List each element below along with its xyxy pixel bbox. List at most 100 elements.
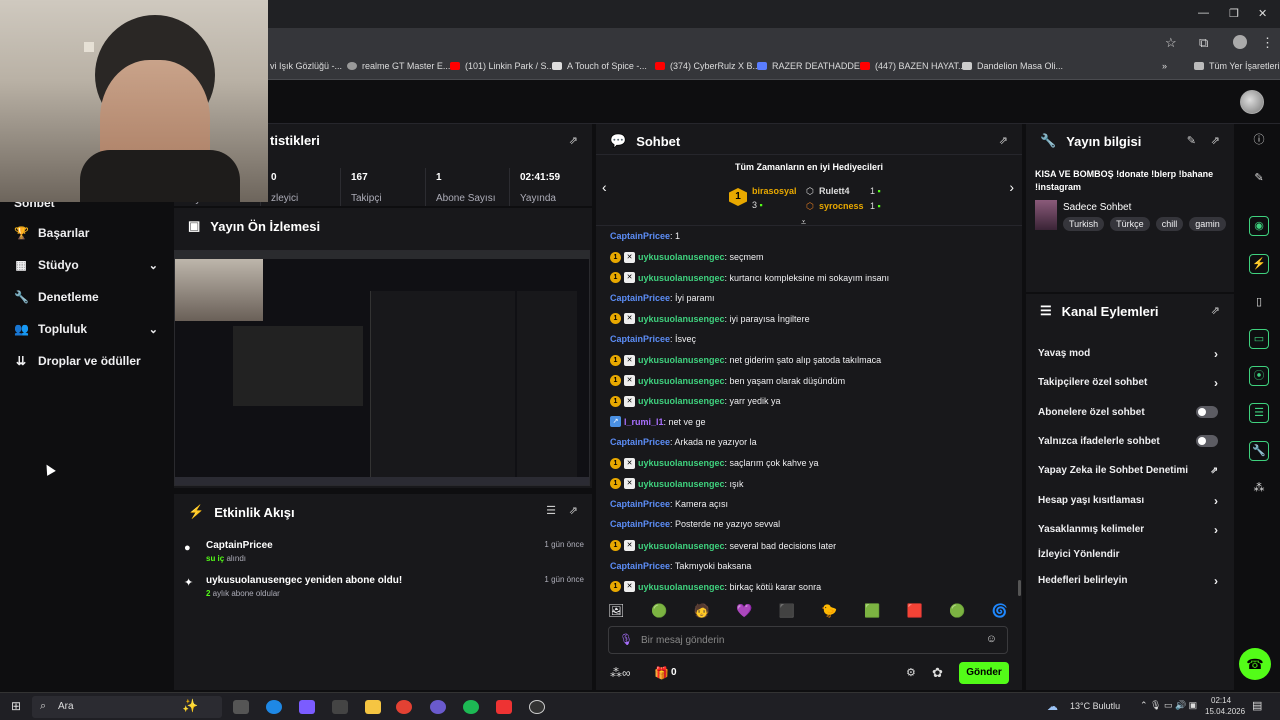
action-set-goals[interactable]: Hedefleri belirleyin › <box>1038 574 1218 588</box>
emote-icon[interactable]: 🧑 <box>694 603 710 623</box>
chat-username[interactable]: CaptainPricee <box>610 293 670 303</box>
chat-username[interactable]: uykusuolanusengec <box>638 252 725 262</box>
store-icon[interactable] <box>332 700 348 714</box>
copilot-icon[interactable] <box>299 700 315 714</box>
emote-icon[interactable]: 🟥 <box>907 603 923 623</box>
popout-icon[interactable]: ⇗ <box>1211 134 1220 147</box>
bookmark[interactable]: realme GT Master E... <box>347 61 450 71</box>
bookmark[interactable]: A Touch of Spice -... <box>552 61 647 71</box>
chat-bubble-icon[interactable]: ▭ <box>1249 329 1269 349</box>
chat-input[interactable]: 🎙 Bir mesaj gönderin ☺ <box>608 626 1008 654</box>
sidebar-item-achievements[interactable]: 🏆 Başarılar <box>14 226 158 240</box>
settings-icon[interactable]: ⚙ <box>906 666 916 679</box>
bookmark[interactable]: Dandelion Masa Oli... <box>962 61 1063 71</box>
emote-icon[interactable]: 🖼 <box>608 603 625 623</box>
edit-icon[interactable]: ✎ <box>1187 134 1196 147</box>
stream-preview-video[interactable] <box>174 250 590 486</box>
chrome-icon[interactable] <box>396 700 412 714</box>
gift-box-icon[interactable]: 🎁 <box>654 666 669 680</box>
clock-time[interactable]: 02:14 <box>1211 696 1231 705</box>
chat-username[interactable]: uykusuolanusengec <box>638 376 725 386</box>
chat-username[interactable]: uykusuolanusengec <box>638 458 725 468</box>
popout-icon[interactable]: ⇗ <box>569 504 578 517</box>
sidebar-item-community[interactable]: 👥 Topluluk ⌄ <box>14 322 158 336</box>
notifications-icon[interactable]: ▤ <box>1252 699 1262 712</box>
restore-icon[interactable]: ❐ <box>1229 7 1239 20</box>
wrench-icon[interactable]: 🔧 <box>1249 441 1269 461</box>
chat-username[interactable]: uykusuolanusengec <box>638 355 725 365</box>
chat-username[interactable]: CaptainPricee <box>610 334 670 344</box>
minimize-icon[interactable]: — <box>1198 7 1209 19</box>
info-icon[interactable]: ⓘ <box>1249 130 1269 150</box>
tag[interactable]: Türkçe <box>1110 217 1150 231</box>
chat-username[interactable]: uykusuolanusengec <box>638 314 725 324</box>
emote-icon[interactable]: 🟢 <box>949 603 965 623</box>
windows-start-icon[interactable]: ⊞ <box>11 699 21 713</box>
taskbar-search[interactable]: ⌕ Ara ✨ <box>32 696 222 718</box>
app-icon[interactable] <box>496 700 512 714</box>
chat-username[interactable]: l_rumi_l1 <box>624 417 664 427</box>
bolt-icon[interactable]: ⚡ <box>1249 254 1269 274</box>
tray-icons[interactable]: ⌃ 🎙 ▭ 🔊 ▣ <box>1140 700 1197 711</box>
bookmark[interactable]: RAZER DEATHADDE... <box>757 61 867 71</box>
chat-username[interactable]: uykusuolanusengec <box>638 396 725 406</box>
chat-username[interactable]: uykusuolanusengec <box>638 479 725 489</box>
sidebar-item-moderation[interactable]: 🔧 Denetleme <box>14 290 158 304</box>
tag[interactable]: gamin <box>1189 217 1226 231</box>
emote-icon[interactable]: ⬛ <box>779 603 795 623</box>
sidebar-item-studio[interactable]: ▦ Stüdyo ⌄ <box>14 258 158 272</box>
app-icon[interactable] <box>430 700 446 714</box>
server-icon[interactable]: ☰ <box>1249 403 1269 423</box>
chat-username[interactable]: CaptainPricee <box>610 561 670 571</box>
action-account-age[interactable]: Hesap yaşı kısıtlaması › <box>1038 494 1218 508</box>
emote-icon[interactable]: 🌀 <box>992 603 1008 623</box>
chat-username[interactable]: CaptainPricee <box>610 499 670 509</box>
chat-scrollbar[interactable] <box>1018 580 1021 596</box>
tag[interactable]: chill <box>1155 217 1184 231</box>
sidebar-item-drops[interactable]: ⇊ Droplar ve ödüller <box>14 354 158 368</box>
toggle-switch[interactable] <box>1196 406 1218 418</box>
action-subscribers-only[interactable]: Abonelere özel sohbet <box>1038 406 1218 418</box>
edge-icon[interactable] <box>266 700 282 714</box>
chevron-left-icon[interactable]: ‹ <box>602 179 607 195</box>
action-followers-only[interactable]: Takipçilere özel sohbet › <box>1038 376 1218 390</box>
emote-icon[interactable]: 🟩 <box>864 603 880 623</box>
star-icon[interactable]: ☆ <box>1165 35 1177 51</box>
document-icon[interactable]: ▯ <box>1249 292 1269 312</box>
all-bookmarks[interactable]: Tüm Yer İşaretleri <box>1194 61 1280 71</box>
toggle-switch[interactable] <box>1196 435 1218 447</box>
puzzle-icon[interactable]: ✿ <box>932 665 943 681</box>
chat-username[interactable]: uykusuolanusengec <box>638 273 725 283</box>
emote-icon[interactable]: 💜 <box>736 603 752 623</box>
action-slow-mode[interactable]: Yavaş mod › <box>1038 347 1218 361</box>
broadcast-icon[interactable]: ⦿ <box>1249 366 1269 386</box>
action-redirect-viewers[interactable]: İzleyici Yönlendir <box>1038 549 1218 560</box>
emote-icon[interactable]: 🐤 <box>821 603 837 623</box>
profile-icon[interactable] <box>1233 35 1247 49</box>
bookmark[interactable]: vi Işık Gözlüğü -... <box>270 61 342 71</box>
popout-icon[interactable]: ⇗ <box>1211 304 1220 317</box>
action-banned-words[interactable]: Yasaklanmış kelimeler › <box>1038 523 1218 537</box>
obs-icon[interactable] <box>529 700 545 714</box>
camera-icon[interactable]: ◉ <box>1249 216 1269 236</box>
popout-icon[interactable]: ⇗ <box>999 134 1008 147</box>
filter-icon[interactable]: ☰ <box>546 504 556 517</box>
emote-icon[interactable]: 🟢 <box>651 603 667 623</box>
tag[interactable]: Turkish <box>1063 217 1105 231</box>
chevron-right-icon[interactable]: › <box>1009 179 1014 195</box>
send-button[interactable]: Gönder <box>959 662 1009 684</box>
folder-icon[interactable] <box>365 700 381 714</box>
community-icon[interactable]: ⁂ <box>1249 478 1269 498</box>
task-view-icon[interactable] <box>233 700 249 714</box>
bookmark[interactable]: (374) CyberRulz X B... <box>655 61 760 71</box>
extensions-icon[interactable]: ⧉ <box>1199 35 1208 51</box>
chat-username[interactable]: CaptainPricee <box>610 231 670 241</box>
action-ai-moderation[interactable]: Yapay Zeka ile Sohbet Denetimi ⇗ <box>1038 465 1218 476</box>
chat-username[interactable]: CaptainPricee <box>610 519 670 529</box>
chat-username[interactable]: uykusuolanusengec <box>638 582 725 592</box>
collapse-icon[interactable]: ⩡ <box>801 217 806 228</box>
emoji-icon[interactable]: ☺ <box>986 633 997 645</box>
action-emote-only[interactable]: Yalnızca ifadelerle sohbet <box>1038 435 1218 447</box>
chat-username[interactable]: CaptainPricee <box>610 437 670 447</box>
more-bookmarks-icon[interactable]: » <box>1162 61 1167 71</box>
